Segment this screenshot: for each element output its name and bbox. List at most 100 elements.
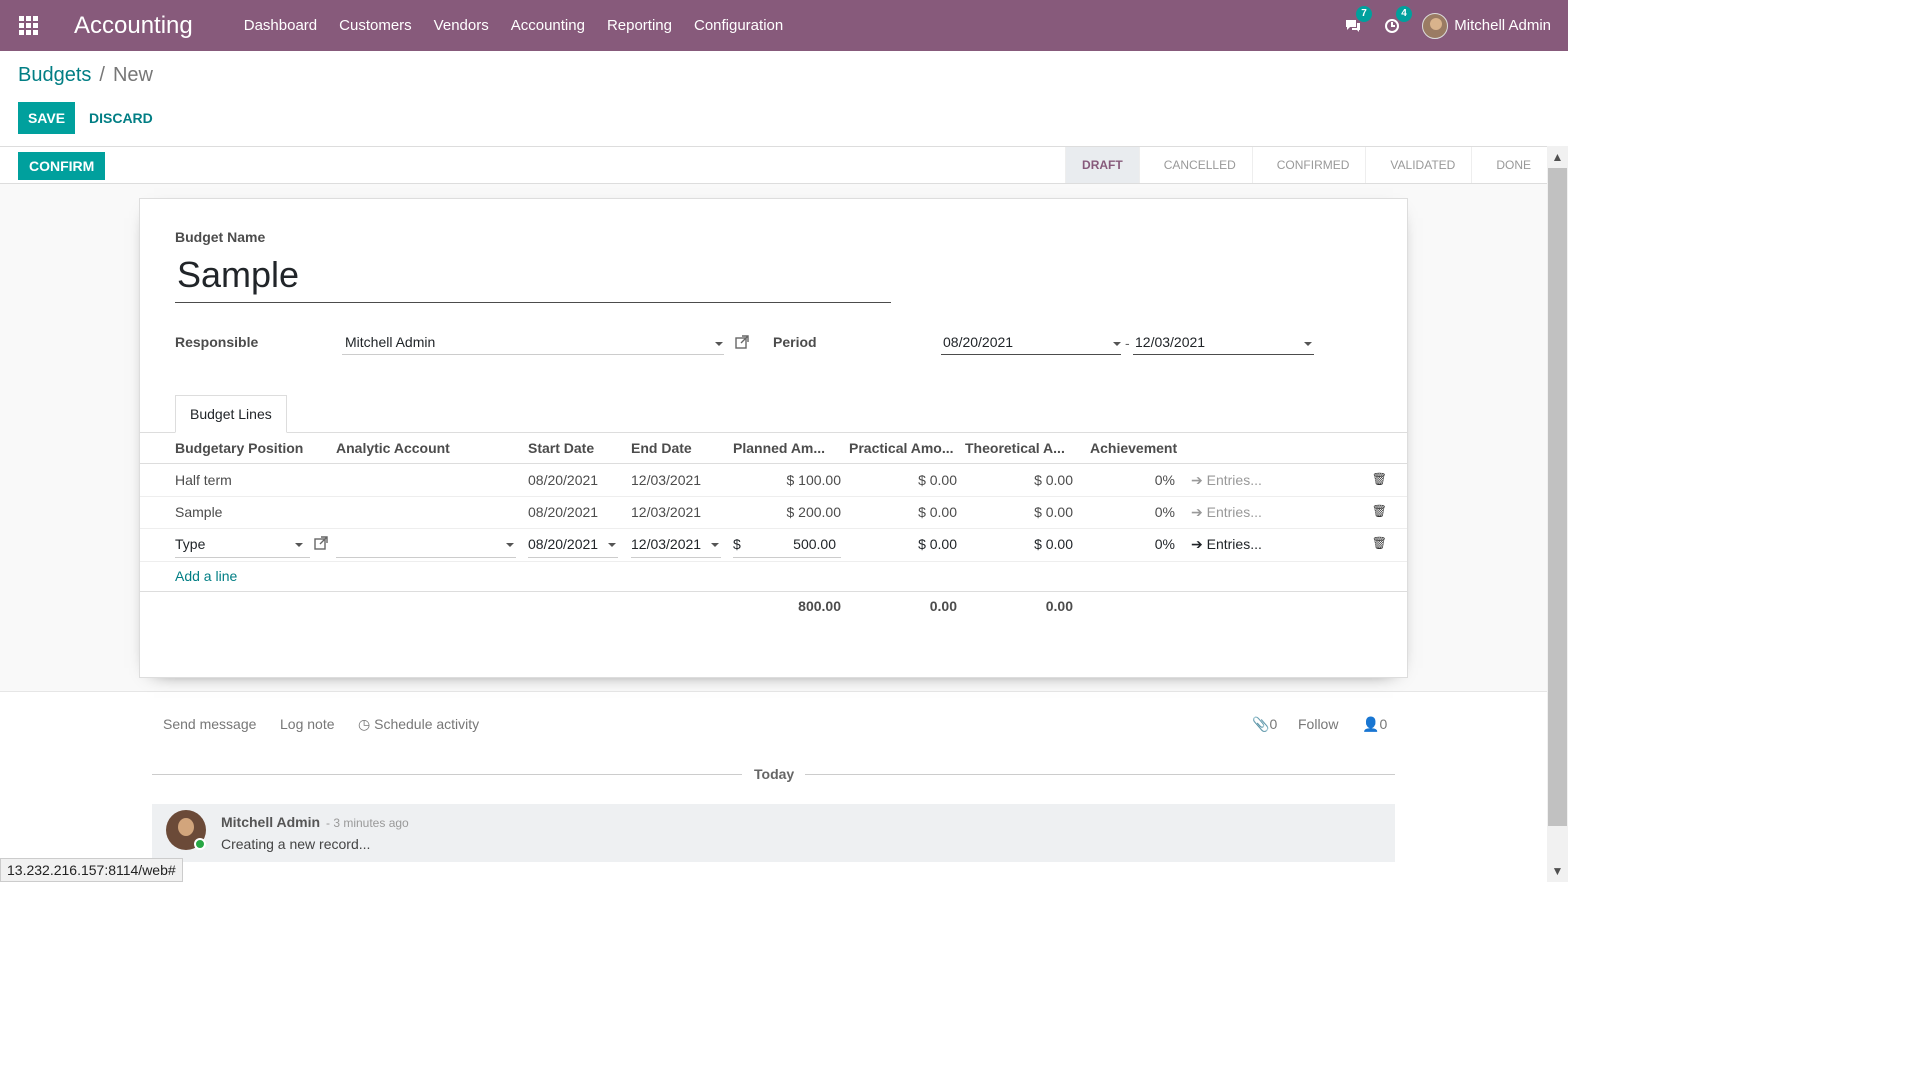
total-theoretical: 0.00 [1045, 598, 1073, 614]
stage-validated[interactable]: VALIDATED [1365, 147, 1471, 183]
table-header: Budgetary Position Analytic Account Star… [140, 433, 1407, 464]
responsible-value: Mitchell Admin [345, 334, 436, 350]
discard-button[interactable]: DISCARD [89, 102, 153, 134]
menu-configuration[interactable]: Configuration [683, 0, 794, 51]
period-separator: - [1125, 335, 1130, 351]
row-achievement: 0% [1154, 472, 1175, 488]
tab-budget-lines[interactable]: Budget Lines [175, 395, 287, 433]
table-row[interactable]: Sample 08/20/2021 12/03/2021 $ 200.00 $ … [140, 497, 1407, 529]
schedule-activity-button[interactable]: ◷ Schedule activity [358, 716, 479, 733]
followers-count: 0 [1379, 716, 1388, 732]
period-end-dropdown-icon[interactable] [1304, 342, 1312, 346]
save-button[interactable]: SAVE [18, 102, 75, 134]
position-underline [175, 557, 310, 558]
analytic-dropdown-icon[interactable] [506, 543, 514, 547]
col-analytic-account[interactable]: Analytic Account [336, 440, 450, 456]
period-start-value: 08/20/2021 [943, 334, 1014, 350]
paperclip-icon: 📎 [1252, 716, 1270, 732]
period-end-field[interactable]: 12/03/2021 [1133, 331, 1314, 355]
menu-accounting[interactable]: Accounting [500, 0, 596, 51]
scroll-up-icon[interactable]: ▲ [1547, 148, 1568, 166]
scroll-down-icon[interactable]: ▼ [1547, 862, 1568, 880]
trash-icon[interactable]: 🗑 [1372, 504, 1387, 518]
table-row[interactable]: Half term 08/20/2021 12/03/2021 $ 100.00… [140, 465, 1407, 497]
row-start-date-input[interactable]: 08/20/2021 [528, 536, 598, 552]
end-date-underline [631, 557, 721, 558]
start-date-dropdown-icon[interactable] [608, 543, 616, 547]
menu-vendors[interactable]: Vendors [423, 0, 500, 51]
send-message-button[interactable]: Send message [163, 716, 256, 732]
row-currency: $ [733, 536, 741, 552]
activity-menu[interactable]: 4 [1384, 5, 1412, 34]
row-entries-label: Entries... [1206, 536, 1262, 552]
budget-name-input[interactable]: Sample [175, 251, 891, 303]
row-theoretical: $ 0.00 [1034, 472, 1073, 488]
end-date-dropdown-icon[interactable] [711, 543, 719, 547]
col-theoretical-amount[interactable]: Theoretical A... [965, 440, 1065, 456]
menu-reporting[interactable]: Reporting [596, 0, 683, 51]
row-entries-button[interactable]: ➔ Entries... [1191, 504, 1262, 521]
row-planned: $ 100.00 [786, 472, 842, 488]
confirm-button[interactable]: CONFIRM [18, 152, 106, 180]
period-start-field[interactable]: 08/20/2021 [941, 331, 1121, 355]
col-planned-amount[interactable]: Planned Am... [733, 440, 825, 456]
trash-icon[interactable]: 🗑 [1372, 472, 1387, 486]
apps-menu-icon[interactable] [0, 0, 56, 51]
scroll-thumb[interactable] [1548, 168, 1567, 826]
row-position-input[interactable]: Type [175, 536, 205, 552]
stage-confirmed[interactable]: CONFIRMED [1251, 147, 1366, 183]
responsible-dropdown-icon[interactable] [715, 342, 723, 346]
user-avatar[interactable] [1422, 12, 1449, 39]
stage-draft[interactable]: DRAFT [1065, 147, 1139, 183]
col-practical-amount[interactable]: Practical Amo... [849, 440, 954, 456]
log-note-button[interactable]: Log note [280, 716, 335, 732]
planned-underline [733, 557, 841, 558]
total-planned: 800.00 [798, 598, 841, 614]
row-theoretical: $ 0.00 [1034, 504, 1073, 520]
message-body: Creating a new record... [221, 836, 371, 852]
menu-customers[interactable]: Customers [328, 0, 423, 51]
follow-button[interactable]: Follow [1298, 716, 1338, 732]
menu-dashboard[interactable]: Dashboard [233, 0, 328, 51]
period-start-dropdown-icon[interactable] [1113, 342, 1121, 346]
breadcrumb-budgets[interactable]: Budgets [18, 64, 91, 87]
row-planned-input[interactable]: 500.00 [793, 536, 836, 552]
message-author[interactable]: Mitchell Admin [221, 814, 320, 830]
form-sheet: Budget Name Sample Responsible Mitchell … [139, 198, 1408, 678]
activities-badge: 4 [1396, 5, 1412, 22]
responsible-field[interactable]: Mitchell Admin [342, 331, 724, 355]
row-position: Half term [175, 472, 232, 488]
message-date: - 3 minutes ago [326, 816, 409, 830]
row-end-date-input[interactable]: 12/03/2021 [631, 536, 701, 552]
period-end-value: 12/03/2021 [1135, 334, 1206, 350]
stage-cancelled[interactable]: CANCELLED [1138, 147, 1252, 183]
external-link-icon[interactable] [735, 335, 749, 349]
arrow-circle-icon: ➔ [1191, 472, 1203, 488]
arrow-circle-icon: ➔ [1191, 504, 1203, 520]
browser-status-url: 13.232.216.157:8114/web# [0, 858, 183, 882]
messaging-menu[interactable]: 7 [1344, 5, 1372, 34]
position-dropdown-icon[interactable] [295, 543, 303, 547]
table-row-editing[interactable]: Type 08/20/2021 12/03/2021 $ 500.00 $ 0.… [140, 529, 1407, 562]
page-scrollbar[interactable]: ▲ ▼ [1547, 146, 1568, 882]
col-budgetary-position[interactable]: Budgetary Position [175, 440, 303, 456]
row-end-date: 12/03/2021 [631, 472, 702, 488]
followers-button[interactable]: 👤0 [1362, 716, 1387, 733]
period-label: Period [773, 334, 817, 350]
row-entries-button[interactable]: ➔ Entries... [1191, 472, 1262, 489]
trash-icon[interactable]: 🗑 [1372, 536, 1387, 550]
col-end-date[interactable]: End Date [631, 440, 692, 456]
col-start-date[interactable]: Start Date [528, 440, 594, 456]
total-practical: 0.00 [929, 598, 957, 614]
breadcrumb-separator: / [99, 64, 105, 86]
add-line-link[interactable]: Add a line [175, 568, 237, 584]
attachments-count: 0 [1269, 716, 1278, 732]
app-title[interactable]: Accounting [74, 12, 193, 40]
external-link-icon[interactable] [314, 536, 328, 550]
col-achievement[interactable]: Achievement [1090, 440, 1177, 456]
row-entries-button[interactable]: ➔ Entries... [1191, 536, 1262, 553]
budget-name-label: Budget Name [175, 229, 266, 245]
attachments-button[interactable]: 📎0 [1252, 716, 1277, 733]
user-menu[interactable]: Mitchell Admin [1454, 17, 1551, 34]
stage-done[interactable]: DONE [1471, 147, 1547, 183]
